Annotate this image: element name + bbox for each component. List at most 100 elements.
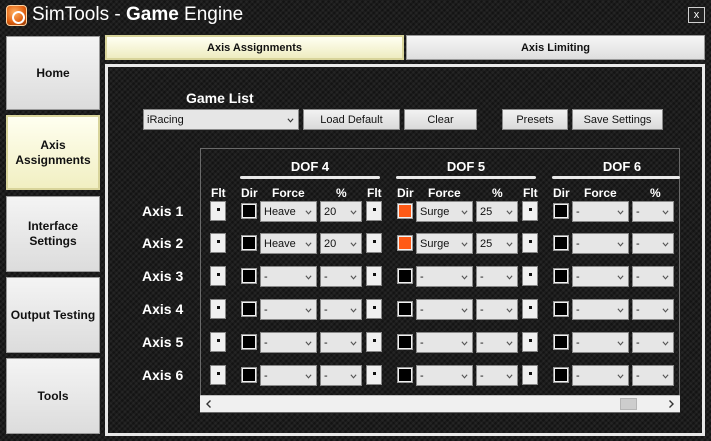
presets-button[interactable]: Presets — [502, 109, 568, 130]
dof4-dir-checkbox[interactable] — [241, 203, 257, 219]
dof4-filter-button[interactable] — [366, 332, 382, 352]
dof6-force-select[interactable]: - — [572, 365, 629, 386]
dof5-filter-button[interactable] — [522, 299, 538, 319]
percent-value: - — [636, 303, 640, 316]
dof4-filter-button[interactable] — [366, 233, 382, 253]
dof5-dir-checkbox[interactable] — [397, 235, 413, 251]
dof6-force-select[interactable]: - — [572, 201, 629, 222]
dof5-filter-button[interactable] — [522, 201, 538, 221]
dof3-filter-button[interactable] — [210, 201, 226, 221]
dof4-dir-checkbox[interactable] — [241, 268, 257, 284]
nav-interface-settings-button[interactable]: Interface Settings — [6, 196, 100, 272]
dof4-force-select[interactable]: - — [260, 332, 317, 353]
tab-axis-assignments[interactable]: Axis Assignments — [105, 35, 404, 60]
dof3-filter-button[interactable] — [210, 299, 226, 319]
dof6-dir-checkbox[interactable] — [553, 301, 569, 317]
dof3-filter-button[interactable] — [210, 332, 226, 352]
percent-header-dof5: % — [492, 186, 503, 200]
force-value: - — [576, 303, 580, 316]
nav-axis-assignments-button[interactable]: Axis Assignments — [6, 115, 100, 190]
dof5-percent-select[interactable]: - — [476, 365, 518, 386]
dof5-filter-button[interactable] — [522, 233, 538, 253]
dof5-filter-button[interactable] — [522, 266, 538, 286]
dof4-dir-checkbox[interactable] — [241, 301, 257, 317]
dof5-dir-checkbox[interactable] — [397, 367, 413, 383]
dof5-percent-select[interactable]: 25 — [476, 233, 518, 254]
dof6-percent-select[interactable]: - — [632, 233, 674, 254]
dof6-force-select[interactable]: - — [572, 233, 629, 254]
dof3-filter-button[interactable] — [210, 266, 226, 286]
dof4-filter-button[interactable] — [366, 299, 382, 319]
dof6-percent-select[interactable]: - — [632, 266, 674, 287]
dof3-filter-button[interactable] — [210, 365, 226, 385]
chevron-down-icon — [350, 373, 357, 379]
dof4-force-select[interactable]: - — [260, 299, 317, 320]
dof5-dir-checkbox[interactable] — [397, 301, 413, 317]
dof4-filter-button[interactable] — [366, 266, 382, 286]
dof5-filter-button[interactable] — [522, 365, 538, 385]
nav-tools-button[interactable]: Tools — [6, 358, 100, 434]
dof5-force-select[interactable]: - — [416, 365, 473, 386]
dof6-percent-select[interactable]: - — [632, 201, 674, 222]
dof4-percent-select[interactable]: 20 — [320, 201, 362, 222]
dof6-dir-checkbox[interactable] — [553, 334, 569, 350]
dof5-underline — [396, 176, 536, 179]
dof6-dir-checkbox[interactable] — [553, 203, 569, 219]
dof5-percent-select[interactable]: - — [476, 299, 518, 320]
chevron-down-icon — [305, 209, 312, 215]
dof4-percent-select[interactable]: - — [320, 365, 362, 386]
dof5-filter-button[interactable] — [522, 332, 538, 352]
dof5-force-select[interactable]: Surge — [416, 201, 473, 222]
dof6-dir-checkbox[interactable] — [553, 268, 569, 284]
dof4-force-select[interactable]: - — [260, 365, 317, 386]
game-list-select[interactable]: iRacing — [143, 109, 299, 130]
dof4-header: DOF 4 — [290, 159, 330, 174]
dof6-dir-checkbox[interactable] — [553, 367, 569, 383]
dof5-dir-checkbox[interactable] — [397, 268, 413, 284]
scroll-right-icon[interactable] — [666, 399, 676, 409]
dof4-force-select[interactable]: Heave — [260, 233, 317, 254]
dof5-force-select[interactable]: Surge — [416, 233, 473, 254]
tab-axis-limiting[interactable]: Axis Limiting — [406, 35, 705, 60]
dof4-filter-button[interactable] — [366, 201, 382, 221]
dof5-percent-select[interactable]: 25 — [476, 201, 518, 222]
dof4-percent-select[interactable]: - — [320, 332, 362, 353]
dof4-filter-button[interactable] — [366, 365, 382, 385]
chevron-down-icon — [506, 373, 513, 379]
force-value: Heave — [264, 237, 296, 250]
dof4-percent-select[interactable]: 20 — [320, 233, 362, 254]
dof6-percent-select[interactable]: - — [632, 299, 674, 320]
dof5-dir-checkbox[interactable] — [397, 203, 413, 219]
dof6-force-select[interactable]: - — [572, 299, 629, 320]
window-title: SimTools - Game Engine — [32, 4, 243, 26]
dof6-dir-checkbox[interactable] — [553, 235, 569, 251]
dof4-force-select[interactable]: - — [260, 266, 317, 287]
dof4-percent-select[interactable]: - — [320, 266, 362, 287]
chevron-down-icon — [662, 307, 669, 313]
dof6-percent-select[interactable]: - — [632, 365, 674, 386]
dof5-force-select[interactable]: - — [416, 266, 473, 287]
nav-output-testing-button[interactable]: Output Testing — [6, 277, 100, 353]
dof5-percent-select[interactable]: - — [476, 332, 518, 353]
dof6-force-select[interactable]: - — [572, 332, 629, 353]
dof4-force-select[interactable]: Heave — [260, 201, 317, 222]
dof6-percent-select[interactable]: - — [632, 332, 674, 353]
load-default-button[interactable]: Load Default — [303, 109, 400, 130]
dof4-dir-checkbox[interactable] — [241, 235, 257, 251]
save-settings-button[interactable]: Save Settings — [572, 109, 663, 130]
dof5-force-select[interactable]: - — [416, 299, 473, 320]
horizontal-scrollbar[interactable] — [200, 395, 680, 412]
clear-button[interactable]: Clear — [404, 109, 477, 130]
nav-home-button[interactable]: Home — [6, 36, 100, 110]
dof4-dir-checkbox[interactable] — [241, 334, 257, 350]
scroll-left-icon[interactable] — [204, 399, 214, 409]
scrollbar-thumb[interactable] — [620, 398, 637, 410]
dof5-percent-select[interactable]: - — [476, 266, 518, 287]
dof4-percent-select[interactable]: - — [320, 299, 362, 320]
close-button[interactable]: x — [688, 7, 705, 23]
dof3-filter-button[interactable] — [210, 233, 226, 253]
dof5-force-select[interactable]: - — [416, 332, 473, 353]
dof4-dir-checkbox[interactable] — [241, 367, 257, 383]
dof6-force-select[interactable]: - — [572, 266, 629, 287]
dof5-dir-checkbox[interactable] — [397, 334, 413, 350]
